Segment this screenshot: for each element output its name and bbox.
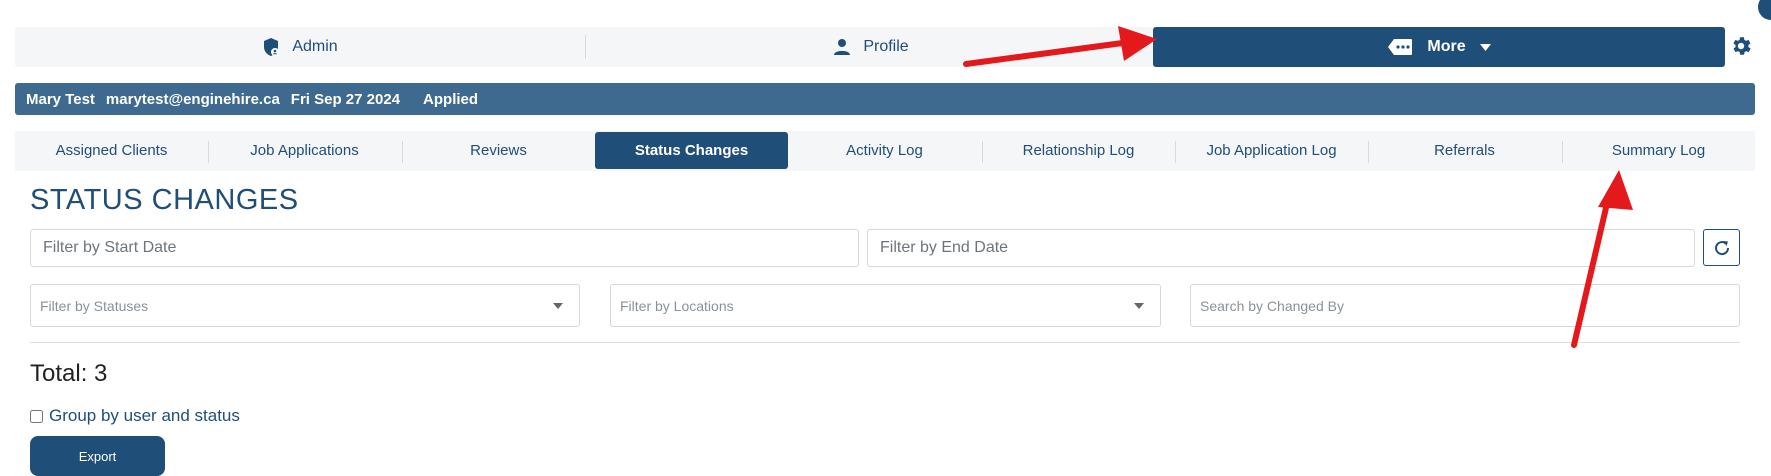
group-by-label: Group by user and status xyxy=(49,406,240,425)
start-date-filter[interactable] xyxy=(30,229,859,267)
statuses-filter-select[interactable]: Filter by Statuses xyxy=(30,284,580,327)
ticket-icon xyxy=(1388,39,1413,55)
person-icon xyxy=(834,39,851,55)
more-label: More xyxy=(1427,38,1466,55)
locations-placeholder: Filter by Locations xyxy=(620,297,734,314)
more-dropdown-button[interactable]: More xyxy=(1153,27,1725,67)
nav-admin[interactable]: Admin xyxy=(15,27,585,67)
caret-down-icon xyxy=(1479,43,1491,51)
export-label: Export xyxy=(78,449,117,464)
page-title: STATUS CHANGES xyxy=(30,184,299,216)
section-divider xyxy=(30,342,1740,343)
candidate-info-bar: Mary Test marytest@enginehire.ca Fri Sep… xyxy=(15,83,1755,115)
gear-icon[interactable] xyxy=(1729,34,1753,58)
refresh-button[interactable] xyxy=(1703,229,1740,266)
caret-down-icon xyxy=(553,303,563,309)
export-button[interactable]: Export xyxy=(30,436,165,476)
group-by-checkbox[interactable] xyxy=(30,409,43,423)
nav-profile[interactable]: Profile xyxy=(586,27,1156,67)
tab-relationship-log[interactable]: Relationship Log xyxy=(982,132,1175,169)
statuses-placeholder: Filter by Statuses xyxy=(40,297,149,314)
candidate-status: Applied xyxy=(423,90,479,108)
locations-filter-select[interactable]: Filter by Locations xyxy=(610,284,1161,327)
section-tabs: Assigned Clients Job Applications Review… xyxy=(15,131,1755,171)
tab-assigned-clients[interactable]: Assigned Clients xyxy=(15,132,208,169)
total-count: Total: 3 xyxy=(30,360,108,387)
shield-user-icon xyxy=(264,38,280,56)
tab-job-application-log[interactable]: Job Application Log xyxy=(1175,132,1368,169)
caret-down-icon xyxy=(1134,303,1144,309)
group-by-option[interactable]: Group by user and status xyxy=(30,406,240,426)
tab-status-changes[interactable]: Status Changes xyxy=(595,132,788,169)
tab-activity-log[interactable]: Activity Log xyxy=(788,132,981,169)
changed-by-search[interactable] xyxy=(1190,284,1740,327)
corner-badge[interactable] xyxy=(1758,0,1771,20)
candidate-email: marytest@enginehire.ca xyxy=(105,90,280,108)
tab-summary-log[interactable]: Summary Log xyxy=(1562,132,1755,169)
tab-reviews[interactable]: Reviews xyxy=(402,132,595,169)
end-date-filter[interactable] xyxy=(867,229,1695,267)
nav-profile-label: Profile xyxy=(863,38,909,55)
candidate-date: Fri Sep 27 2024 xyxy=(290,90,401,108)
refresh-icon xyxy=(1714,240,1729,255)
tab-referrals[interactable]: Referrals xyxy=(1368,132,1561,169)
nav-admin-label: Admin xyxy=(292,38,338,55)
candidate-name: Mary Test xyxy=(26,90,95,108)
tab-job-applications[interactable]: Job Applications xyxy=(208,132,401,169)
